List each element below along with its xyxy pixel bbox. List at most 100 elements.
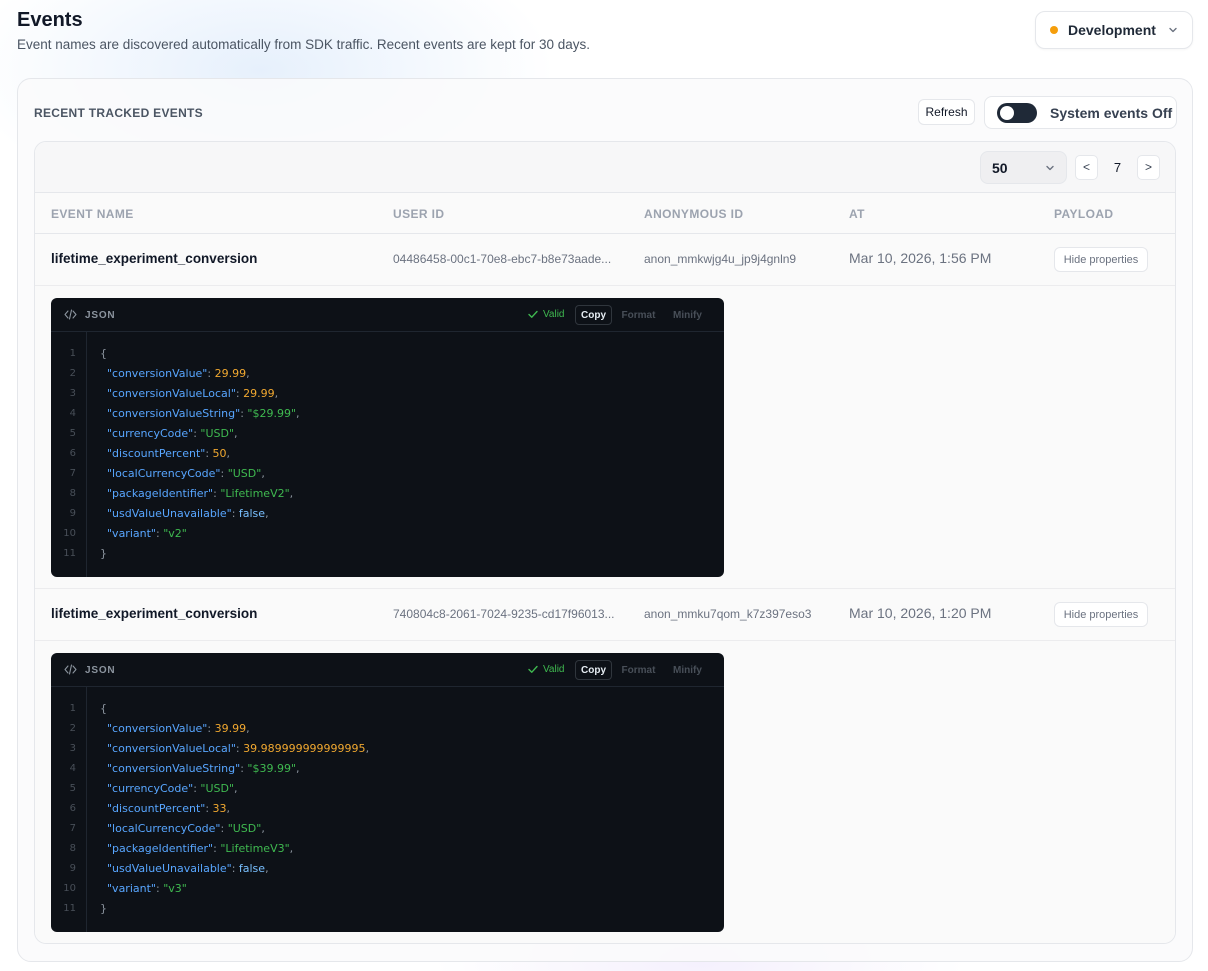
minify-button[interactable]: Minify [665,305,710,325]
payload-area: JSON Valid Copy Format Minify 1{2 "conve… [35,286,1175,589]
line-number: 8 [69,843,76,854]
json-key: "localCurrencyCode" [107,822,221,835]
code-text: "conversionValueString": "$39.99", [100,759,300,779]
json-key: "packageIdentifier" [107,842,214,855]
json-value: "LifetimeV3" [220,842,290,855]
column-header-payload: PAYLOAD [1054,207,1114,221]
hide-properties-button[interactable]: Hide properties [1054,247,1148,272]
colon: : [220,822,228,835]
copy-button[interactable]: Copy [575,660,612,680]
system-events-toggle-container[interactable]: System events Off [984,96,1177,129]
chevron-down-icon [1169,27,1177,33]
line-number: 10 [63,883,76,894]
comma: , [289,842,294,855]
json-value: "$39.99" [247,762,297,775]
code-line: 3 "conversionValueLocal": 29.99, [51,384,724,404]
environment-select[interactable]: Development [1035,11,1193,49]
line-number: 9 [69,508,76,519]
json-value: "USD" [227,822,262,835]
colon: : [235,742,244,755]
valid-label: Valid [543,664,565,675]
json-value: "v2" [163,527,187,540]
column-header-anonymous-id: ANONYMOUS ID [644,207,744,221]
table-row[interactable]: lifetime_experiment_conversion 04486458-… [35,234,1175,286]
json-key: "conversionValue" [107,367,208,380]
code-text: "localCurrencyCode": "USD", [100,464,265,484]
code-text: "packageIdentifier": "LifetimeV2", [100,484,293,504]
json-viewer: JSON Valid Copy Format Minify 1{2 "conve… [51,298,724,577]
json-key: "variant" [107,882,156,895]
code-text: "localCurrencyCode": "USD", [100,819,265,839]
code-line: 8 "packageIdentifier": "LifetimeV3", [51,839,724,859]
page-subtitle: Event names are discovered automatically… [17,37,591,52]
code-line: 4 "conversionValueString": "$29.99", [51,404,724,424]
code-line: 1{ [51,344,724,364]
next-page-button[interactable]: > [1137,154,1160,180]
refresh-button[interactable]: Refresh [918,99,975,125]
system-events-toggle[interactable] [997,102,1037,123]
pager: < 7 > [1075,154,1160,180]
json-value: 50 [212,447,227,460]
colon: : [220,467,228,480]
line-number: 1 [69,348,76,359]
section-title: RECENT TRACKED EVENTS [34,106,203,120]
code-line: 3 "conversionValueLocal": 39.98999999999… [51,739,724,759]
json-key: "variant" [107,527,156,540]
event-timestamp: Mar 10, 2026, 1:56 PM [849,250,992,266]
format-button[interactable]: Format [616,660,661,680]
code-line: 5 "currencyCode": "USD", [51,424,724,444]
json-value: 39.989999999999995 [243,742,366,755]
code-line: 8 "packageIdentifier": "LifetimeV2", [51,484,724,504]
table-header: EVENT NAME USER ID ANONYMOUS ID AT PAYLO… [35,193,1175,234]
code-text: { [100,699,107,719]
line-number: 10 [63,528,76,539]
code-text: "usdValueUnavailable": false, [100,859,269,879]
hide-properties-button[interactable]: Hide properties [1054,602,1148,627]
json-key: "localCurrencyCode" [107,467,221,480]
copy-button[interactable]: Copy [575,305,612,325]
code-text: "conversionValue": 39.99, [100,719,250,739]
valid-status: Valid [528,664,565,675]
comma: , [234,427,238,440]
code-line: 5 "currencyCode": "USD", [51,779,724,799]
comma: , [265,507,269,520]
page-size-select[interactable]: 50 [980,151,1067,184]
code-line: 6 "discountPercent": 33, [51,799,724,819]
code-line: 10 "variant": "v2" [51,524,724,544]
json-key: "usdValueUnavailable" [107,507,232,520]
anonymous-id: anon_mmku7qom_k7z397eso3 [644,607,812,621]
code-line: 4 "conversionValueString": "$39.99", [51,759,724,779]
json-code: 1{2 "conversionValue": 29.99, 3 "conversi… [51,344,724,564]
colon: : [205,447,213,460]
payload-area: JSON Valid Copy Format Minify 1{2 "conve… [35,641,1175,943]
chevron-down-icon [1046,165,1054,171]
code-text: } [100,544,107,564]
line-number: 7 [69,468,76,479]
format-button[interactable]: Format [616,305,661,325]
colon: : [235,387,244,400]
table-row[interactable]: lifetime_experiment_conversion 740804c8-… [35,589,1175,641]
comma: , [296,407,300,420]
code-text: { [100,344,107,364]
event-name: lifetime_experiment_conversion [51,251,258,266]
line-number: 6 [69,448,76,459]
code-icon [64,664,77,675]
prev-page-button[interactable]: < [1075,154,1098,180]
code-line: 7 "localCurrencyCode": "USD", [51,819,724,839]
comma: , [265,862,269,875]
json-value: 29.99 [243,387,275,400]
line-number: 7 [69,823,76,834]
current-page: 7 [1113,159,1122,175]
json-value: "USD" [200,427,235,440]
minify-button[interactable]: Minify [665,660,710,680]
comma: , [261,467,265,480]
